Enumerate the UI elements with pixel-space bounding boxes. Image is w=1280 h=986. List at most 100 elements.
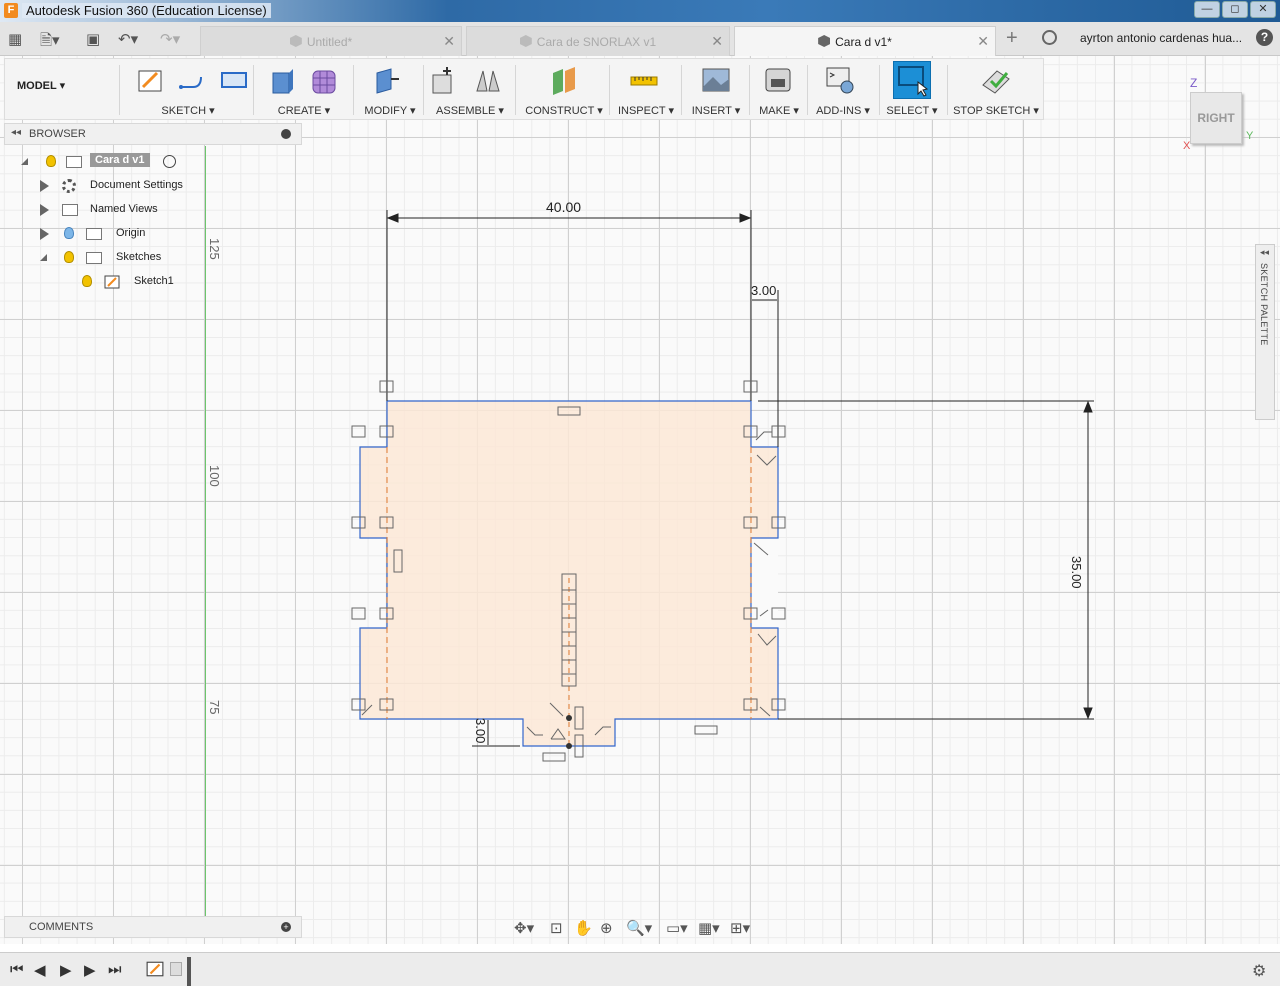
form-icon[interactable] bbox=[309, 65, 339, 95]
grid-settings-icon[interactable]: ▦▾ bbox=[698, 919, 720, 937]
expand-arrow-icon[interactable] bbox=[40, 228, 49, 240]
dimension-width-label[interactable]: 40.00 bbox=[546, 199, 581, 215]
sketch-menu-label[interactable]: SKETCH ▾ bbox=[129, 104, 247, 117]
timeline-feature-icon[interactable] bbox=[170, 962, 182, 976]
browser-item-sketches[interactable]: Sketches bbox=[20, 248, 290, 268]
expand-arrow-icon[interactable] bbox=[21, 158, 28, 165]
viewcube-face-label: RIGHT bbox=[1197, 111, 1235, 125]
modify-group[interactable]: MODIFY ▾ bbox=[357, 59, 423, 121]
expand-arrow-icon[interactable] bbox=[40, 204, 49, 216]
comments-panel-header[interactable]: COMMENTS + bbox=[4, 916, 302, 938]
line-icon[interactable] bbox=[177, 65, 207, 95]
collapse-browser-icon[interactable]: ◂◂ bbox=[11, 127, 21, 138]
dimension-height-label[interactable]: 35.00 bbox=[1069, 556, 1084, 589]
inspect-menu-label[interactable]: INSPECT ▾ bbox=[613, 104, 679, 117]
make-group[interactable]: MAKE ▾ bbox=[753, 59, 805, 121]
measure-icon[interactable] bbox=[629, 65, 659, 95]
sketch-palette-tab[interactable]: ◂◂ SKETCH PALETTE bbox=[1255, 244, 1275, 420]
extrude-icon[interactable] bbox=[267, 65, 297, 95]
visibility-bulb-icon[interactable] bbox=[82, 275, 92, 287]
play-icon[interactable]: ▶ bbox=[60, 961, 72, 979]
add-comment-icon[interactable]: + bbox=[281, 922, 291, 932]
sketch-geometry[interactable] bbox=[0, 0, 1280, 986]
press-pull-icon[interactable] bbox=[371, 65, 401, 95]
create-menu-label[interactable]: CREATE ▾ bbox=[261, 104, 347, 117]
sketch-point[interactable] bbox=[566, 743, 572, 749]
expand-arrow-icon[interactable] bbox=[40, 180, 49, 192]
select-menu-label[interactable]: SELECT ▾ bbox=[881, 104, 943, 117]
viewports-icon[interactable]: ⊞▾ bbox=[730, 919, 750, 937]
display-settings-icon[interactable]: ▭▾ bbox=[666, 919, 688, 937]
expand-palette-icon[interactable]: ◂◂ bbox=[1260, 247, 1269, 258]
visibility-bulb-icon[interactable] bbox=[64, 251, 74, 263]
browser-item-document-settings[interactable]: Document Settings bbox=[20, 176, 290, 196]
zoom-window-icon[interactable]: 🔍▾ bbox=[626, 919, 652, 937]
viewcube[interactable]: RIGHT bbox=[1190, 92, 1242, 144]
joint-icon[interactable] bbox=[473, 65, 503, 95]
viewcube-x-axis-label: X bbox=[1183, 140, 1191, 152]
main-toolbar: MODEL ▾ SKETCH ▾ CREATE ▾ MODIFY ▾ ASSEM… bbox=[4, 58, 1044, 120]
dimension-tab-offset-label[interactable]: 3.00 bbox=[751, 283, 776, 298]
zoom-icon[interactable]: ⊕ bbox=[600, 919, 613, 937]
step-forward-icon[interactable]: ▶ bbox=[84, 961, 96, 979]
pan-hand-icon[interactable]: ✋ bbox=[574, 919, 593, 937]
select-group[interactable]: SELECT ▾ bbox=[881, 59, 943, 121]
sketch-point[interactable] bbox=[566, 715, 572, 721]
make-menu-label[interactable]: MAKE ▾ bbox=[753, 104, 805, 117]
create-sketch-icon[interactable] bbox=[135, 65, 165, 95]
look-at-icon[interactable]: ⊡ bbox=[550, 919, 563, 937]
visibility-bulb-icon[interactable] bbox=[46, 155, 56, 167]
go-to-start-icon[interactable]: ⏮ bbox=[10, 961, 24, 978]
browser-root-node[interactable]: Cara d v1 bbox=[20, 152, 290, 172]
3d-print-icon[interactable] bbox=[763, 65, 793, 95]
sketch-palette-label: SKETCH PALETTE bbox=[1259, 263, 1269, 346]
add-ins-group[interactable]: ADD-INS ▾ bbox=[811, 59, 875, 121]
timeline-settings-gear-icon[interactable]: ⚙ bbox=[1252, 961, 1266, 981]
go-to-end-icon[interactable]: ⏭ bbox=[108, 961, 122, 978]
root-component-label: Cara d v1 bbox=[90, 153, 150, 167]
add-ins-menu-label[interactable]: ADD-INS ▾ bbox=[811, 104, 875, 117]
insert-image-icon[interactable] bbox=[701, 65, 731, 95]
folder-icon bbox=[86, 228, 102, 240]
browser-item-origin[interactable]: Origin bbox=[20, 224, 290, 244]
browser-item-sketch1[interactable]: Sketch1 bbox=[20, 272, 290, 292]
browser-title: BROWSER bbox=[29, 128, 86, 140]
scripts-addins-icon[interactable] bbox=[825, 65, 855, 95]
viewcube-z-axis-label: Z bbox=[1190, 76, 1198, 90]
stop-sketch-group[interactable]: STOP SKETCH ▾ bbox=[951, 59, 1041, 121]
activate-radio-icon[interactable] bbox=[163, 155, 176, 168]
navigation-bar: ✥▾ ⊡ ✋ ⊕ 🔍▾ ▭▾ ▦▾ ⊞▾ bbox=[512, 916, 764, 940]
stop-sketch-menu-label[interactable]: STOP SKETCH ▾ bbox=[951, 104, 1041, 117]
timeline-sketch-feature-icon[interactable] bbox=[146, 960, 164, 978]
timeline-marker[interactable] bbox=[187, 957, 191, 986]
visibility-bulb-icon[interactable] bbox=[64, 227, 74, 239]
component-icon bbox=[66, 156, 82, 168]
inspect-group[interactable]: INSPECT ▾ bbox=[613, 59, 679, 121]
step-back-icon[interactable]: ◀ bbox=[34, 961, 46, 979]
comments-title: COMMENTS bbox=[29, 921, 94, 933]
offset-plane-icon[interactable] bbox=[549, 65, 579, 95]
sketch-group[interactable]: SKETCH ▾ bbox=[129, 59, 247, 121]
orbit-icon[interactable]: ✥▾ bbox=[514, 919, 534, 937]
new-component-icon[interactable] bbox=[429, 65, 459, 95]
expand-arrow-icon[interactable] bbox=[40, 254, 47, 261]
insert-group[interactable]: INSERT ▾ bbox=[685, 59, 747, 121]
assemble-group[interactable]: ASSEMBLE ▾ bbox=[427, 59, 513, 121]
stop-sketch-icon[interactable] bbox=[981, 65, 1011, 95]
rectangle-icon[interactable] bbox=[219, 65, 249, 95]
browser-item-named-views[interactable]: Named Views bbox=[20, 200, 290, 220]
assemble-menu-label[interactable]: ASSEMBLE ▾ bbox=[427, 104, 513, 117]
dimension-tab-depth-label[interactable]: 3.00 bbox=[473, 718, 488, 743]
create-group[interactable]: CREATE ▾ bbox=[261, 59, 347, 121]
insert-menu-label[interactable]: INSERT ▾ bbox=[685, 104, 747, 117]
modify-menu-label[interactable]: MODIFY ▾ bbox=[357, 104, 423, 117]
origin-label: Origin bbox=[116, 227, 146, 239]
viewcube-y-axis-label: Y bbox=[1246, 130, 1254, 142]
timeline-bar: ⏮ ◀ ▶ ▶ ⏭ ⚙ bbox=[0, 952, 1280, 986]
construct-group[interactable]: CONSTRUCT ▾ bbox=[519, 59, 609, 121]
workspace-switcher[interactable]: MODEL ▾ bbox=[17, 79, 65, 92]
browser-options-icon[interactable] bbox=[281, 129, 291, 139]
construct-menu-label[interactable]: CONSTRUCT ▾ bbox=[519, 104, 609, 117]
sketches-label: Sketches bbox=[116, 251, 162, 263]
browser-panel-header[interactable]: ◂◂ BROWSER bbox=[4, 123, 302, 145]
